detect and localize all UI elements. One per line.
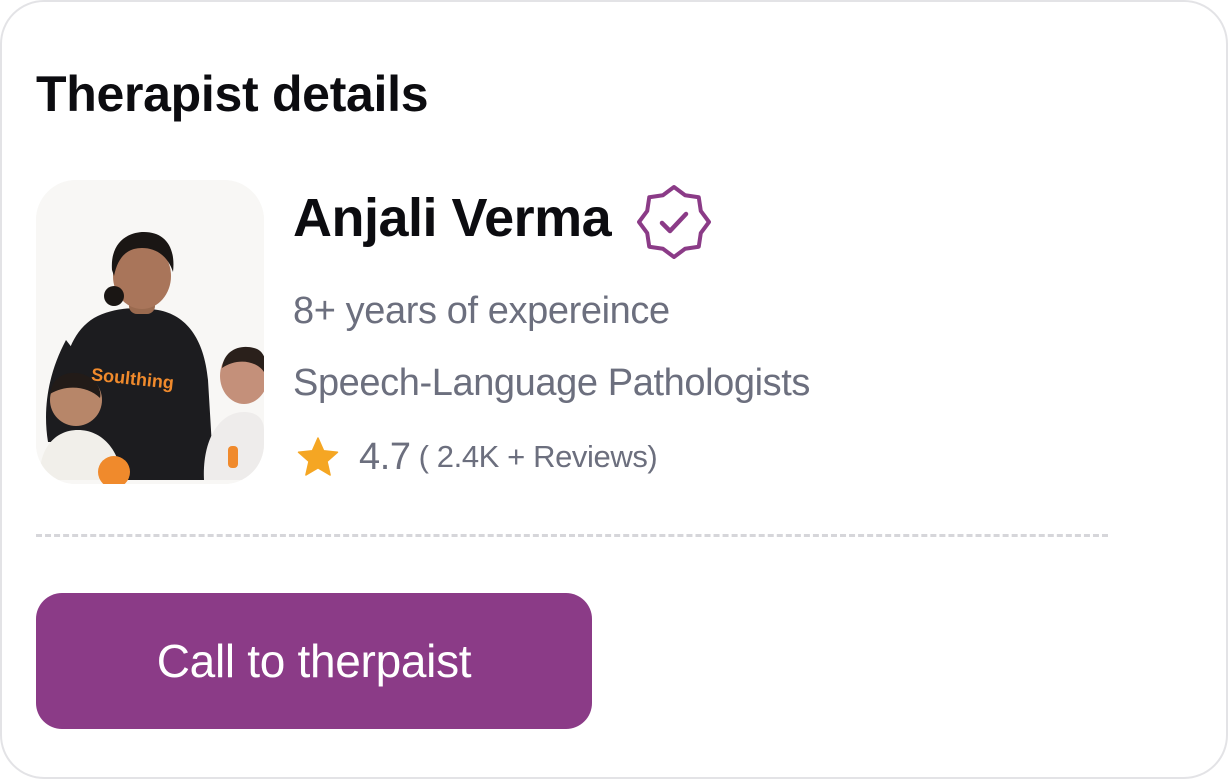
therapist-photo: Soulthing — [36, 180, 264, 484]
card-title: Therapist details — [36, 66, 429, 122]
section-divider — [36, 534, 1108, 537]
rating-row: 4.7 ( 2.4K + Reviews) — [297, 432, 658, 482]
therapist-name: Anjali Verma — [293, 188, 612, 248]
therapist-details-card: Therapist details Soulthing Anjali Verma… — [0, 0, 1228, 779]
rating-value: 4.7 — [359, 435, 411, 478]
experience-text: 8+ years of expereince — [293, 290, 670, 332]
star-icon — [297, 437, 339, 476]
call-therapist-button[interactable]: Call to therpaist — [36, 593, 592, 729]
reviews-count: ( 2.4K + Reviews) — [418, 439, 658, 474]
specialty-text: Speech-Language Pathologists — [293, 362, 810, 404]
verified-badge-icon — [637, 185, 711, 259]
